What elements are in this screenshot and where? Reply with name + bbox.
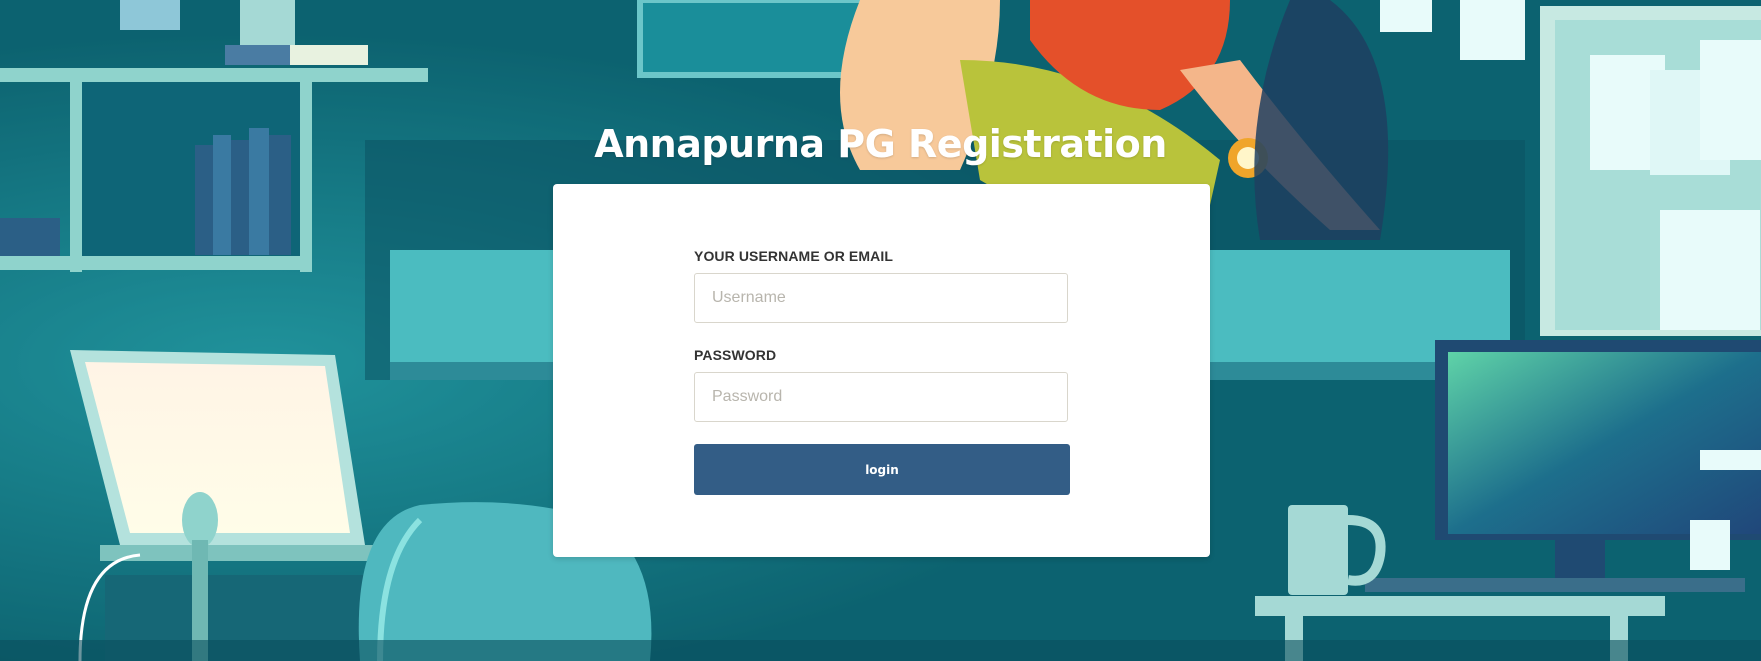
login-button[interactable]: login	[694, 444, 1070, 495]
password-label: PASSWORD	[694, 347, 777, 363]
username-input[interactable]	[694, 273, 1068, 323]
page-title: Annapurna PG Registration	[594, 122, 1167, 166]
password-input[interactable]	[694, 372, 1068, 422]
login-card: YOUR USERNAME OR EMAIL PASSWORD login	[553, 184, 1210, 557]
username-label: YOUR USERNAME OR EMAIL	[694, 248, 893, 264]
